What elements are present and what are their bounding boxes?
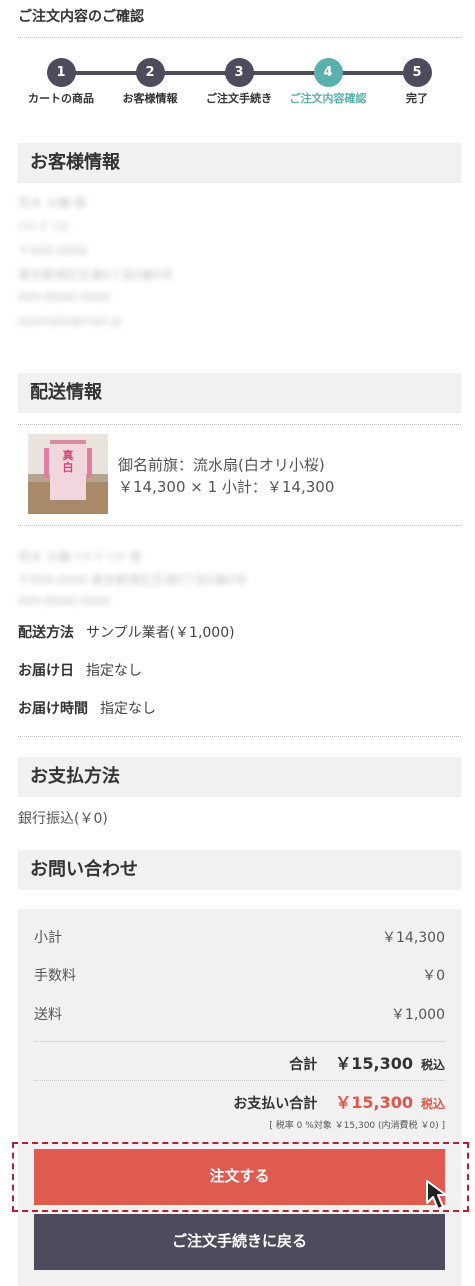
product-image: 真白	[28, 434, 108, 514]
divider	[18, 424, 461, 425]
delivery-time-value: 指定なし	[100, 701, 156, 717]
recipient-name: 荒木 大輔 ｱﾗｷ ﾀﾞｲｽｹ 様	[18, 550, 142, 564]
divider	[18, 37, 461, 38]
customer-info-heading: お客様情報	[18, 143, 461, 183]
total-label: 合計	[289, 1057, 318, 1073]
step-number: 2	[135, 58, 165, 87]
shipping-fee-value: ￥1,000	[390, 1007, 445, 1023]
step-complete: 5 完了	[357, 58, 475, 106]
total-row: 合計 ￥15,300 税込	[289, 1050, 445, 1074]
shipping-method-row: 配送方法 サンプル業者(￥1,000)	[18, 622, 235, 642]
divider	[34, 1041, 445, 1042]
shipping-info-heading: 配送情報	[18, 373, 461, 413]
progress-stepper: 1 カートの商品 2 お客様情報 3 ご注文手続き 4 ご注文内容確認 5 完了	[0, 58, 475, 108]
shipping-fee-label: 送料	[34, 1007, 62, 1023]
fee-row: 手数料 ￥0	[34, 965, 445, 985]
customer-name: 荒木 大輔 様	[18, 196, 86, 210]
divider	[18, 736, 461, 737]
product-name: 御名前旗：流水扇(白オリ小桜)	[118, 456, 325, 474]
delivery-date-value: 指定なし	[86, 663, 142, 679]
subtotal-value: ￥14,300	[382, 930, 445, 946]
customer-address: 東京都港区芝浦0丁目0番0号	[18, 268, 173, 282]
image-banner-text: 真白	[62, 449, 74, 474]
step-label: 完了	[406, 92, 428, 105]
payment-method-heading: お支払方法	[18, 757, 461, 797]
shipping-method-value: サンプル業者(￥1,000)	[86, 625, 235, 641]
shipping-fee-row: 送料 ￥1,000	[34, 1004, 445, 1024]
payment-total-label: お支払い合計	[233, 1096, 318, 1112]
fee-value: ￥0	[422, 968, 445, 984]
back-to-checkout-button[interactable]: ご注文手続きに戻る	[34, 1214, 445, 1270]
place-order-button[interactable]: 注文する	[34, 1149, 445, 1205]
delivery-time-label: お届け時間	[18, 701, 88, 717]
customer-email: example@mail.jp	[18, 314, 123, 328]
subtotal-label: 小計	[34, 930, 62, 946]
delivery-date-label: お届け日	[18, 663, 74, 679]
subtotal-row: 小計 ￥14,300	[34, 927, 445, 947]
customer-postal: 〒000-0000	[18, 244, 88, 258]
delivery-time-row: お届け時間 指定なし	[18, 698, 156, 718]
shipping-method-label: 配送方法	[18, 625, 74, 641]
product-price-line: ￥14,300 × 1 小計：￥14,300	[118, 478, 335, 496]
page-title: ご注文内容のご確認	[18, 9, 144, 25]
recipient-address: 〒000-0000 東京都港区芝浦0丁目0番0号	[18, 573, 247, 587]
total-value: ￥15,300	[335, 1054, 413, 1073]
order-confirm-page: ご注文内容のご確認 1 カートの商品 2 お客様情報 3 ご注文手続き 4 ご注…	[0, 0, 475, 1286]
payment-method-value: 銀行振込(￥0)	[18, 811, 108, 827]
image-tassel	[44, 448, 49, 478]
tax-note: [ 税率 0 %対象 ￥15,300 (内消費税 ￥0) ]	[269, 1121, 445, 1131]
payment-total-tax-incl: 税込	[420, 1097, 445, 1111]
divider	[18, 525, 461, 526]
step-number: 3	[224, 58, 254, 87]
step-number: 4	[313, 58, 343, 87]
step-number: 5	[402, 58, 432, 87]
recipient-phone: 000-0000-0000	[18, 594, 111, 608]
fee-label: 手数料	[34, 968, 76, 984]
customer-kana: ｱﾗｷ ﾀﾞｲｽｹ	[18, 220, 70, 234]
step-number: 1	[46, 58, 76, 87]
divider	[34, 1080, 445, 1081]
total-tax-incl: 税込	[420, 1058, 445, 1072]
customer-phone: 000-0000-0000	[18, 290, 111, 304]
payment-total-value: ￥15,300	[335, 1093, 413, 1112]
delivery-date-row: お届け日 指定なし	[18, 660, 142, 680]
mouse-pointer-icon	[426, 1180, 447, 1210]
payment-total-row: お支払い合計 ￥15,300 税込	[233, 1089, 445, 1113]
image-tassel	[87, 448, 92, 478]
inquiry-heading: お問い合わせ	[18, 850, 461, 890]
